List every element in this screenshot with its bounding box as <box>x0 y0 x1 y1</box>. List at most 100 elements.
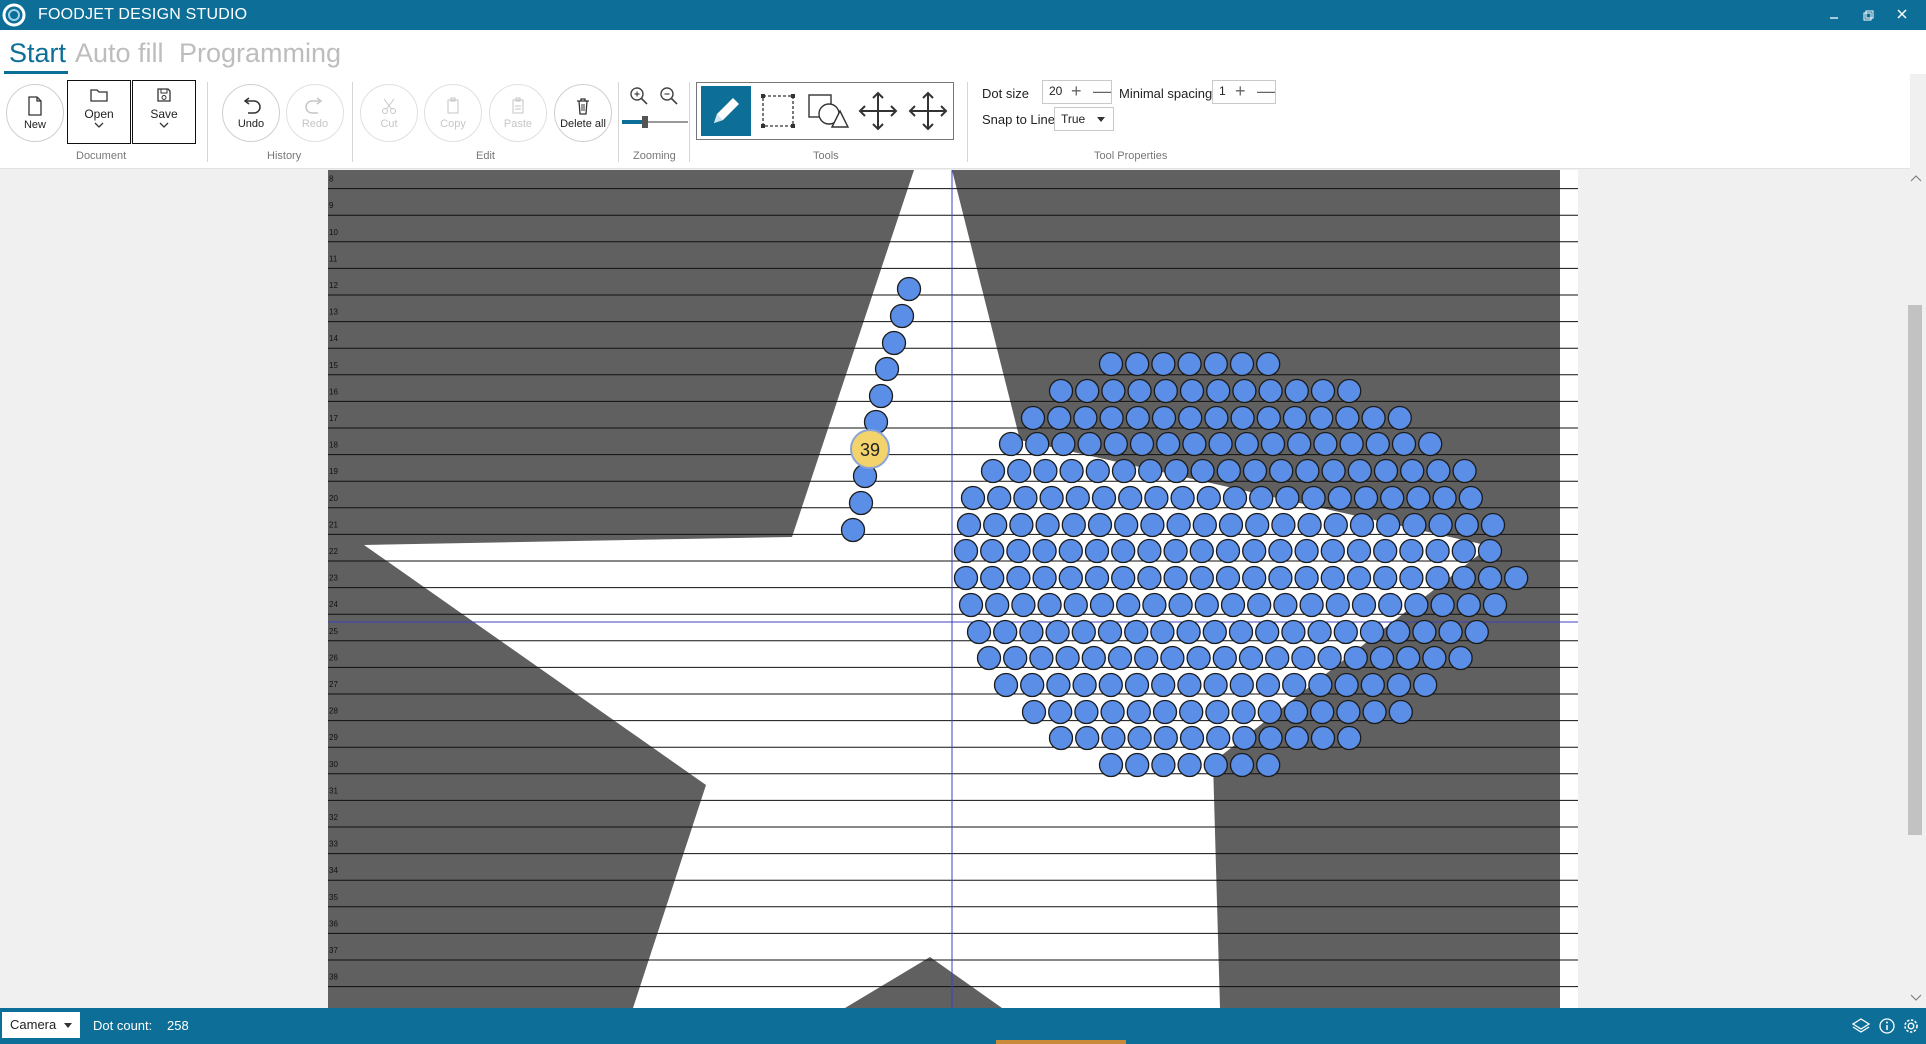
food-dot <box>1125 351 1150 377</box>
food-dot <box>1291 645 1316 671</box>
tool-pan[interactable] <box>903 86 953 136</box>
tool-select-rectangle[interactable] <box>753 86 803 136</box>
food-dot <box>1164 458 1189 484</box>
vertical-scrollbar[interactable] <box>1906 170 1926 1008</box>
tool-shapes[interactable] <box>803 86 853 136</box>
layers-icon[interactable] <box>1851 1017 1871 1035</box>
tab-programming[interactable]: Programming <box>179 38 341 69</box>
new-button[interactable]: New <box>6 84 64 142</box>
new-document-icon <box>28 95 42 116</box>
food-dot <box>1422 645 1447 671</box>
design-canvas[interactable]: 8 9 10 11 12 13 14 15 16 17 18 19 20 21 22 23 24 25 26 27 28… <box>328 170 1578 1008</box>
shapes-icon <box>808 94 850 128</box>
scissors-icon <box>382 98 396 114</box>
open-button[interactable]: Open <box>67 80 131 144</box>
tool-move[interactable] <box>853 86 903 136</box>
paste-button[interactable]: Paste <box>489 84 547 142</box>
food-dot <box>966 619 992 645</box>
food-dot <box>1255 619 1280 645</box>
tool-pencil[interactable] <box>701 86 751 136</box>
food-dot <box>1234 431 1259 457</box>
delete-all-button[interactable]: Delete all <box>554 84 612 142</box>
food-dot <box>1074 699 1099 725</box>
food-dot <box>1206 725 1231 751</box>
food-dot <box>1294 538 1319 564</box>
chevron-down-icon <box>94 122 104 128</box>
settings-gear-icon[interactable] <box>1902 1017 1920 1035</box>
dropdown-arrow-icon <box>64 1023 72 1028</box>
scrollbar-thumb[interactable] <box>1908 305 1922 835</box>
scroll-down-icon[interactable] <box>1910 994 1922 1002</box>
dot-size-decrease-button[interactable]: — <box>1093 81 1111 102</box>
food-dot <box>1032 538 1057 564</box>
tab-start[interactable]: Start <box>9 38 66 69</box>
food-dot <box>987 485 1012 511</box>
tab-auto-fill[interactable]: Auto fill <box>75 38 164 69</box>
food-dot <box>1402 512 1427 538</box>
food-dot <box>1242 458 1268 484</box>
row-number-label: 18 <box>329 441 338 450</box>
food-dot <box>1284 378 1309 404</box>
food-dot <box>1360 672 1385 698</box>
zoom-out-button[interactable] <box>657 84 681 108</box>
food-dot <box>1349 512 1375 538</box>
food-dot <box>1268 565 1293 591</box>
redo-icon <box>305 96 323 114</box>
window-title: FOODJET DESIGN STUDIO <box>38 6 248 23</box>
minimal-spacing-increase-button[interactable]: + <box>1235 81 1246 102</box>
dot-size-stepper[interactable]: 20 + — <box>1042 80 1112 104</box>
food-dot <box>1029 645 1054 671</box>
food-dot <box>993 672 1019 698</box>
food-dot <box>1323 512 1348 538</box>
food-dot <box>1373 538 1398 564</box>
redo-button[interactable]: Redo <box>286 84 344 142</box>
zoom-in-button[interactable] <box>627 84 651 108</box>
food-dot <box>1194 592 1219 618</box>
ribbon-tabs: Start Auto fill Programming <box>0 30 1926 74</box>
food-dot <box>1231 699 1256 725</box>
minimize-button[interactable] <box>1820 4 1848 26</box>
cut-button[interactable]: Cut <box>360 84 418 142</box>
food-dot <box>881 330 907 356</box>
canvas-drawing[interactable]: 8 9 10 11 12 13 14 15 16 17 18 19 20 21 22 23 24 25 26 27 28… <box>328 170 1578 1008</box>
food-dot <box>1087 512 1113 538</box>
close-button[interactable] <box>1888 4 1916 26</box>
food-dot <box>1287 431 1312 457</box>
copy-button[interactable]: Copy <box>424 84 482 142</box>
snap-to-line-select[interactable]: True <box>1054 107 1114 131</box>
row-number-label: 24 <box>329 600 338 609</box>
dot-size-increase-button[interactable]: + <box>1071 81 1082 102</box>
food-dot <box>1482 592 1508 618</box>
undo-button[interactable]: Undo <box>222 84 280 142</box>
food-dot <box>896 276 922 302</box>
zoom-slider-thumb[interactable] <box>642 116 649 128</box>
food-dot <box>1051 431 1076 457</box>
minimal-spacing-decrease-button[interactable]: — <box>1257 81 1275 102</box>
food-dot <box>1295 458 1320 484</box>
scroll-up-icon[interactable] <box>1910 174 1922 182</box>
minimal-spacing-stepper[interactable]: 1 + — <box>1212 80 1276 104</box>
info-icon[interactable] <box>1878 1017 1896 1035</box>
food-dot <box>1089 592 1115 618</box>
food-dot <box>1137 538 1162 564</box>
row-number-label: 25 <box>329 627 338 636</box>
row-number-label: 31 <box>329 786 338 795</box>
food-dot <box>848 490 874 516</box>
zoom-slider[interactable] <box>622 116 688 128</box>
food-dot <box>1204 405 1229 431</box>
food-dot <box>1097 619 1123 645</box>
save-button[interactable]: Save <box>132 80 196 144</box>
tools-panel <box>696 82 954 140</box>
paste-label: Paste <box>503 117 533 130</box>
food-dot <box>1118 485 1143 511</box>
food-dot <box>1399 565 1424 591</box>
camera-select[interactable]: Camera <box>2 1012 80 1038</box>
food-dot <box>1098 672 1123 698</box>
food-dot <box>1400 458 1425 484</box>
food-dot <box>1101 725 1126 751</box>
food-dot <box>874 356 900 382</box>
status-icons <box>1851 1017 1920 1040</box>
food-dot <box>960 485 986 511</box>
food-dot <box>1373 458 1399 484</box>
restore-button[interactable] <box>1854 4 1882 26</box>
